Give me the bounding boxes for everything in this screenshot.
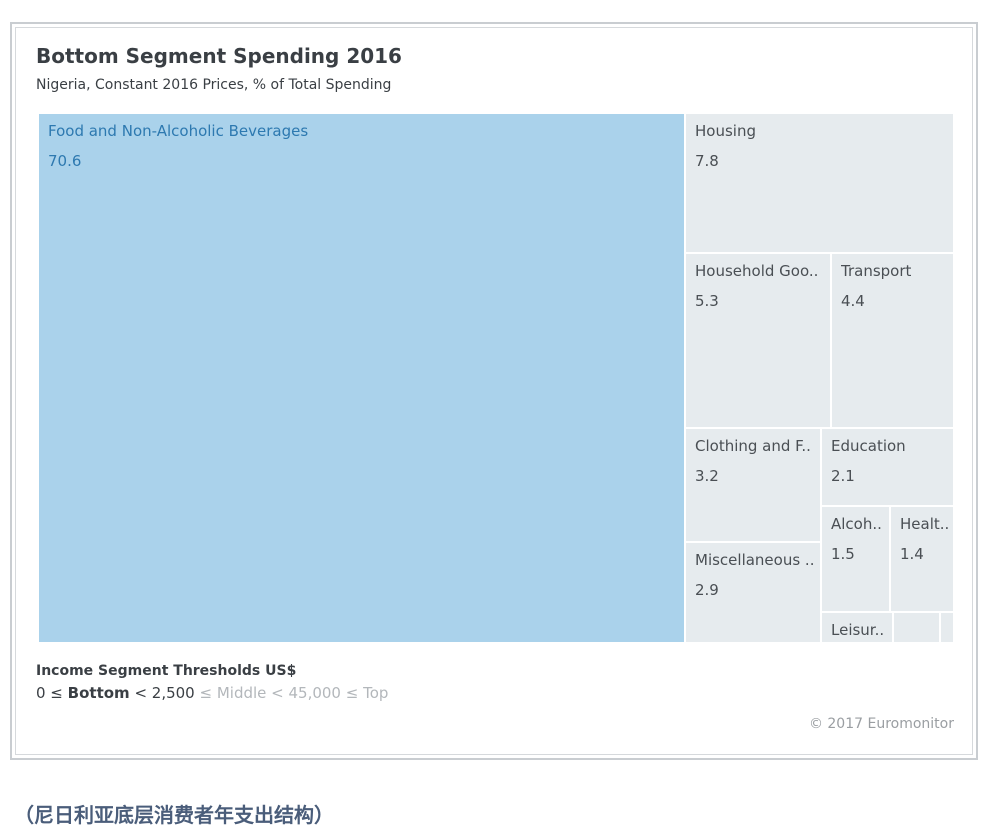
tile-label: Healt.. [900, 515, 950, 533]
tile-value: 1.4 [900, 545, 924, 563]
treemap-tile-clothing-and-f: Clothing and F.. 3.2 [685, 428, 821, 542]
treemap-tile-tile-10 [893, 612, 940, 643]
tile-label: Education [831, 437, 906, 455]
treemap-tile-leisur: Leisur.. [821, 612, 893, 643]
tile-label: Food and Non-Alcoholic Beverages [48, 122, 309, 140]
tile-label: Alcoh.. [831, 515, 882, 533]
tile-label: Miscellaneous .. [695, 551, 815, 569]
chart-subtitle: Nigeria, Constant 2016 Prices, % of Tota… [36, 77, 392, 93]
treemap-tile-tile-11 [940, 612, 954, 643]
tile-value: 1.5 [831, 545, 855, 563]
treemap-tile-transport: Transport 4.4 [831, 253, 954, 428]
tile-value: 2.9 [695, 581, 719, 599]
treemap-tile-household-goo: Household Goo.. 5.3 [685, 253, 831, 428]
tile-label: Housing [695, 122, 756, 140]
treemap: Food and Non-Alcoholic Beverages 70.6 Hous… [38, 113, 954, 643]
tile-label: Household Goo.. [695, 262, 819, 280]
tile-label: Transport [841, 262, 912, 280]
caption: （尼日利亚底层消费者年支出结构） [14, 803, 334, 827]
tile-label: Leisur.. [831, 621, 885, 639]
treemap-tile-education: Education 2.1 [821, 428, 954, 506]
tile-value: 70.6 [48, 152, 82, 170]
tile-value: 4.4 [841, 292, 865, 310]
chart-title: Bottom Segment Spending 2016 [36, 44, 402, 68]
thresholds-line: 0 ≤ Bottom < 2,500 ≤ Middle < 45,000 ≤ T… [36, 684, 388, 702]
tile-value: 2.1 [831, 467, 855, 485]
copyright: © 2017 Euromonitor [808, 716, 954, 732]
tile-value: 3.2 [695, 467, 719, 485]
thresholds-mid: < 2,500 [129, 684, 200, 702]
treemap-tile-food-and-non-alcoholic-beverages: Food and Non-Alcoholic Beverages 70.6 [38, 113, 685, 643]
thresholds-rest: ≤ Middle < 45,000 ≤ Top [199, 684, 389, 702]
tile-value: 5.3 [695, 292, 719, 310]
treemap-tile-healt: Healt.. 1.4 [890, 506, 954, 612]
tile-label: Clothing and F.. [695, 437, 811, 455]
treemap-tile-housing: Housing 7.8 [685, 113, 954, 253]
thresholds-title: Income Segment Thresholds US$ [36, 663, 297, 679]
treemap-tile-miscellaneous: Miscellaneous .. 2.9 [685, 542, 821, 643]
thresholds-bottom: Bottom [67, 684, 130, 702]
thresholds-prefix: 0 ≤ [36, 684, 68, 702]
treemap-tile-alcoh: Alcoh.. 1.5 [821, 506, 890, 612]
tile-value: 7.8 [695, 152, 719, 170]
